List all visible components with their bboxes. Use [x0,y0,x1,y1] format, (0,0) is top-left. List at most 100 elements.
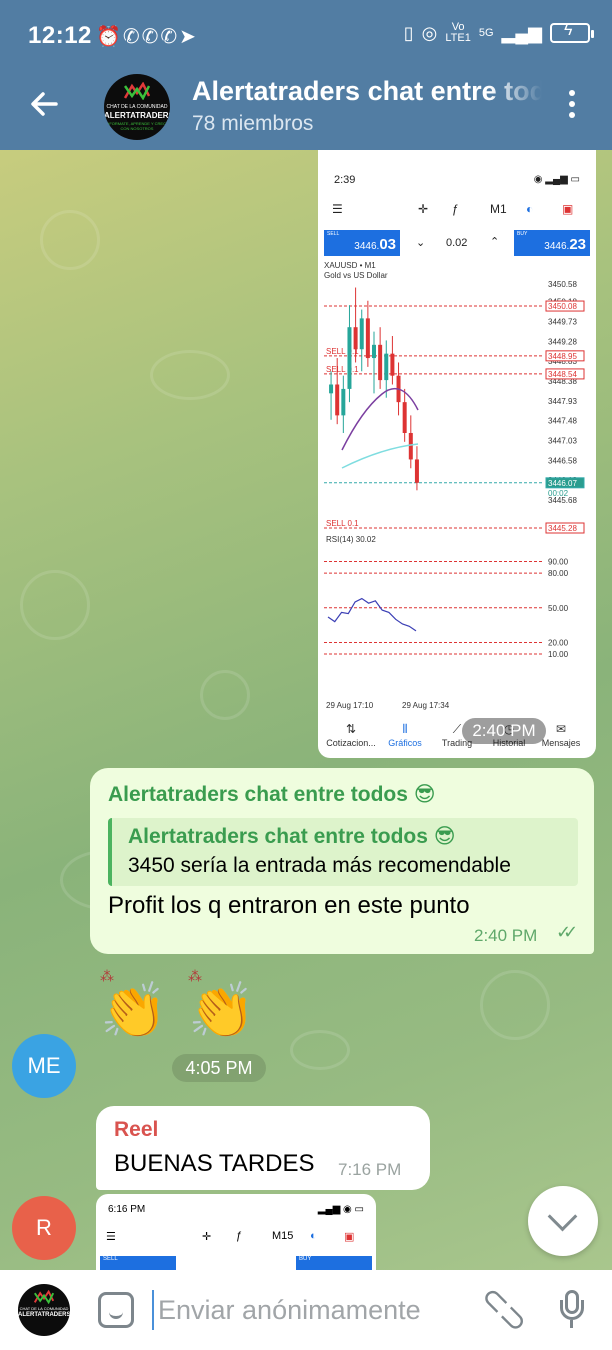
header-bar: 12:12 ⏰✆✆✆➤ ▯ ◎ Vo LTE1 5G ▂▄▆ ϟ CHAT DE … [0,0,612,150]
message-text: Profit los q entraron en este punto [108,892,470,919]
price-tag: 3450.08 [548,302,577,311]
objects-icon: ◐ [526,202,534,216]
more-vertical-icon[interactable] [560,90,584,124]
candle-body [353,327,358,350]
crosshair-icon: ✛ [202,1231,212,1243]
vibrate-icon: ▯ [403,22,414,43]
price-level: 3446.58 [548,456,577,465]
candle-body [359,318,364,350]
price-tag: 3445.28 [548,524,577,533]
timeframe-label: M1 [490,202,507,216]
send-as-avatar[interactable]: CHAT DE LA COMUNIDAD ALERTATRADERS [18,1284,70,1336]
system-icons: ▯ ◎ Vo LTE1 5G ▂▄▆ ϟ [403,21,594,44]
message-input-bar: CHAT DE LA COMUNIDAD ALERTATRADERS ⊂⊃ [0,1270,612,1350]
order-label: SELL 0.1 [326,519,359,528]
clap-emoji[interactable]: 👏 [188,984,255,1038]
indicator-icon: ƒ [452,202,459,216]
screenshot-status-icons: ◉ ▂▄▆ ▭ [533,174,580,185]
logo-chart-icon [123,81,151,101]
logo-chart-icon [33,1289,55,1305]
lot-up-icon: ⌃ [490,236,500,248]
candle-body [408,432,413,460]
clap-emoji[interactable]: 👏 [100,984,167,1038]
image-message[interactable]: 6:16 PM ▂▄▆ ◉ ▭ ☰ ✛ ƒ M15 ◐ ▣ SELL BUY [96,1194,376,1274]
chart-symbol-desc: Gold vs US Dollar [324,271,388,280]
rsi-level: 50.00 [548,604,569,613]
rsi-level: 20.00 [548,638,569,647]
battery-icon: ϟ [550,22,594,43]
rsi-label: RSI(14) 30.02 [326,535,376,544]
screenshot-nav: ⇅ Cotizacion... ⫴ Gráficos ⟋ Trading ◷ Histo… [322,720,592,754]
price-level: 3447.93 [548,397,577,406]
sell-button: SELL 3446.03 [324,230,400,256]
ma-line [341,443,419,469]
timeframe-label: M15 [272,1230,294,1242]
price-level: 3449.73 [548,317,577,326]
trade-bar: SELL 3446.03 ⌄ 0.02 ⌃ BUY 3446.23 [324,230,590,256]
candle-body [414,459,419,483]
candle-body [347,327,352,389]
price-level: 3447.48 [548,417,577,426]
image-message[interactable]: 2:39 ◉ ▂▄▆ ▭ ☰ ✛ ƒ M1 ◐ ▣ SELL 3446.03 ⌄… [318,150,596,758]
sticker-icon[interactable] [98,1292,134,1328]
menu-icon: ☰ [332,202,343,216]
buy-button: BUY 3446.23 [514,230,590,256]
member-count: 78 miembros [192,112,314,135]
message-input[interactable] [152,1290,462,1330]
notification-icons: ⏰✆✆✆➤ [96,26,198,48]
menu-icon: ☰ [106,1231,116,1243]
objects-icon: ◐ [310,1230,317,1242]
sender-name[interactable]: Reel [114,1118,158,1142]
rsi-level: 80.00 [548,569,569,578]
message-text: BUENAS TARDES [114,1150,315,1177]
candle-body [378,344,383,381]
back-arrow-icon[interactable] [26,86,66,126]
price-tag: 3448.95 [548,352,577,361]
indicator-icon: ƒ [236,1230,243,1242]
candle-body [365,318,370,359]
trade-icon: ▣ [562,202,574,216]
avatar[interactable]: R [12,1196,76,1260]
trade-icon: ▣ [344,1231,355,1243]
candle-body [341,388,346,416]
chart-symbol: XAUUSD • M1 [324,261,376,270]
sender-name[interactable]: Alertatraders chat entre todos 😎 [108,782,436,807]
nav-charts: ⫴ Gráficos [388,722,422,748]
price-tag: 3446.07 [548,479,577,488]
countdown-tag: 00:02 [548,489,569,498]
rsi-level: 10.00 [548,650,569,659]
reply-message[interactable]: Alertatraders chat entre todos 😎 Alertat… [90,768,594,954]
double-check-icon: ✓✓ [556,922,578,942]
date-label: 29 Aug 17:10 [326,701,374,710]
candle-body [384,353,389,381]
chat-title[interactable]: Alertatraders chat entre todos [192,76,542,107]
avatar[interactable]: ME [12,1034,76,1098]
scroll-down-button[interactable] [528,1186,598,1256]
price-level: 3450.58 [548,280,577,289]
nav-quotes: ⇅ Cotizacion... [326,722,376,748]
message-time: 7:16 PM [338,1160,402,1179]
message-time: 2:40 PM [474,926,538,945]
candle-body [335,384,340,416]
image-timestamp: 2:40 PM [462,718,546,744]
hotspot-icon: ◎ [421,22,438,43]
group-avatar[interactable]: CHAT DE LA COMUNIDAD ALERTATRADERS INFOR… [104,74,170,140]
lot-size: 0.02 [446,237,468,249]
date-label: 29 Aug 17:34 [402,701,450,710]
price-chart: XAUUSD • M1Gold vs US Dollar 3450.58 3450.… [324,261,585,710]
microphone-icon[interactable] [560,1290,584,1332]
crosshair-icon: ✛ [418,202,429,216]
candle-body [329,384,334,394]
volte-tag: Vo LTE1 [445,21,471,44]
price-level: 3449.28 [548,337,577,346]
rsi-level: 90.00 [548,558,569,567]
price-tag: 3448.54 [548,370,577,379]
lot-down-icon: ⌄ [416,237,426,249]
signal-icon: ▂▄▆ [501,22,542,43]
quoted-message[interactable]: Alertatraders chat entre todos 😎 3450 se… [108,818,578,886]
trading-screenshot: 2:39 ◉ ▂▄▆ ▭ ☰ ✛ ƒ M1 ◐ ▣ SELL 3446.03 ⌄… [322,164,592,754]
status-time: 12:12 [28,22,92,49]
incoming-message[interactable]: Reel BUENAS TARDES 7:16 PM [96,1106,430,1190]
candle-body [390,353,395,376]
attach-icon[interactable]: ⊂⊃ [472,1277,537,1342]
